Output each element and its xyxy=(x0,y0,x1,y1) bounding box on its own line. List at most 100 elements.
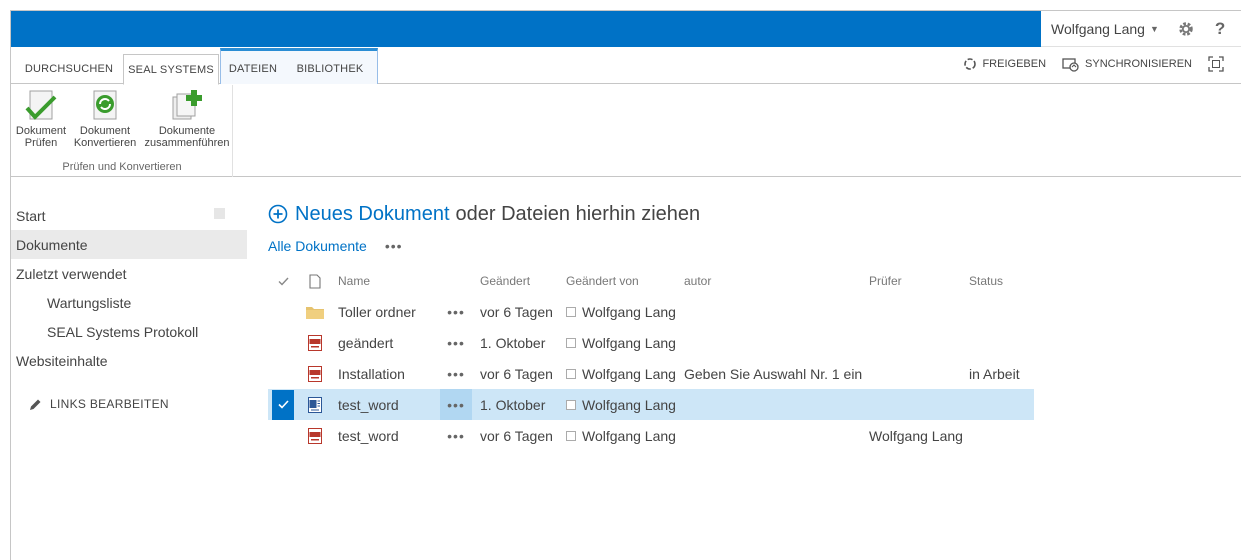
table-row[interactable]: Toller ordner ••• vor 6 Tagen Wolfgang L… xyxy=(268,296,1034,327)
modified-date: 1. Oktober xyxy=(480,396,546,413)
more-views-button[interactable]: ••• xyxy=(385,238,403,254)
modified-by[interactable]: Wolfgang Lang xyxy=(566,420,676,451)
table-row[interactable]: geändert ••• 1. Oktober Wolfgang Lang xyxy=(268,327,1034,358)
document-name[interactable]: Installation xyxy=(338,358,405,389)
presence-indicator xyxy=(566,368,576,379)
edit-links-button[interactable]: LINKS BEARBEITEN xyxy=(11,397,247,411)
suite-bar: Wolfgang Lang ▼ ? xyxy=(11,11,1241,47)
nav-item-wartungsliste[interactable]: Wartungsliste xyxy=(11,288,247,317)
modified-date: vor 6 Tagen xyxy=(480,365,553,382)
column-header-pruefer[interactable]: Prüfer xyxy=(869,266,902,296)
focus-mode-button[interactable] xyxy=(1208,56,1229,72)
modified-date: vor 6 Tagen xyxy=(480,303,553,320)
modified-by[interactable]: Wolfgang Lang xyxy=(566,327,676,358)
modified-by[interactable]: Wolfgang Lang xyxy=(566,389,676,420)
sync-label: SYNCHRONISIEREN xyxy=(1085,58,1192,70)
nav-item-websiteinhalte[interactable]: Websiteinhalte xyxy=(11,346,247,375)
row-checkbox[interactable] xyxy=(268,389,298,420)
status-value: in Arbeit xyxy=(969,365,1020,382)
user-area: Wolfgang Lang ▼ ? xyxy=(1041,11,1241,47)
item-menu-button[interactable]: ••• xyxy=(440,296,472,327)
doc-type-header[interactable] xyxy=(304,266,326,296)
convert-document-label-2: Konvertieren xyxy=(73,137,137,149)
row-checkbox[interactable] xyxy=(268,420,298,451)
presence-indicator xyxy=(566,399,576,410)
nav-item-start[interactable]: Start xyxy=(11,201,247,230)
chevron-down-icon[interactable]: ▼ xyxy=(1150,24,1159,34)
presence-indicator xyxy=(566,337,576,348)
row-checkbox[interactable] xyxy=(268,327,298,358)
modified-by-name: Wolfgang Lang xyxy=(582,334,676,351)
add-circle-icon[interactable] xyxy=(268,204,288,224)
user-menu[interactable]: Wolfgang Lang xyxy=(1051,21,1145,37)
item-menu-button[interactable]: ••• xyxy=(440,358,472,389)
nav-item-label: Websiteinhalte xyxy=(16,352,108,369)
document-name[interactable]: Toller ordner xyxy=(338,296,416,327)
nav-item-label: Dokumente xyxy=(16,236,88,253)
item-menu-button[interactable]: ••• xyxy=(440,389,472,420)
sync-button[interactable]: SYNCHRONISIEREN xyxy=(1062,57,1192,72)
edit-links-label: LINKS BEARBEITEN xyxy=(50,397,169,411)
document-name[interactable]: test_word xyxy=(338,420,399,451)
item-menu-button[interactable]: ••• xyxy=(440,420,472,451)
document-name[interactable]: geändert xyxy=(338,327,393,358)
modified-by[interactable]: Wolfgang Lang xyxy=(566,296,676,327)
column-header-modified[interactable]: Geändert xyxy=(480,266,530,296)
table-row[interactable]: test_word ••• vor 6 Tagen Wolfgang Lang … xyxy=(268,420,1034,451)
check-document-label-1: Dokument xyxy=(15,125,67,137)
drag-files-hint: oder Dateien hierhin ziehen xyxy=(455,202,701,225)
pdf-icon xyxy=(304,327,326,358)
document-icon xyxy=(309,273,321,289)
presence-indicator xyxy=(566,306,576,317)
ribbon-tab-row: DURCHSUCHEN SEAL SYSTEMS DATEIEN BIBLIOT… xyxy=(11,48,1241,85)
tab-bibliothek[interactable]: BIBLIOTHEK xyxy=(287,54,373,84)
column-header-status[interactable]: Status xyxy=(969,266,1003,296)
view-selector: Alle Dokumente ••• xyxy=(268,238,1168,254)
modified-by[interactable]: Wolfgang Lang xyxy=(566,358,676,389)
gear-icon[interactable] xyxy=(1177,20,1195,38)
column-header-modified-by[interactable]: Geändert von xyxy=(566,266,639,296)
ribbon-group-pruefen: Dokument Prüfen Dokument Konvertieren Do… xyxy=(11,85,233,177)
merge-documents-label-1: Dokumente xyxy=(158,125,216,137)
merge-documents-label-2: zusammenführen xyxy=(144,137,230,149)
nav-item-seal-systems-protokoll[interactable]: SEAL Systems Protokoll xyxy=(11,317,247,346)
column-header-name[interactable]: Name xyxy=(338,266,370,296)
sharepoint-window: Wolfgang Lang ▼ ? DURCHSUCHEN SEAL SYSTE… xyxy=(10,10,1241,560)
table-row-selected[interactable]: test_word ••• 1. Oktober Wolfgang Lang xyxy=(268,389,1034,420)
main-content: Neues Dokument oder Dateien hierhin zieh… xyxy=(268,201,1168,451)
quick-launch: Start Dokumente Zuletzt verwendet Wartun… xyxy=(11,201,247,411)
modified-by-name: Wolfgang Lang xyxy=(582,303,676,320)
checkmark-icon xyxy=(278,277,289,286)
help-icon[interactable]: ? xyxy=(1215,19,1225,39)
autor-value: Geben Sie Auswahl Nr. 1 ein xyxy=(684,365,863,382)
check-document-button[interactable]: Dokument Prüfen xyxy=(13,89,69,149)
tab-dateien[interactable]: DATEIEN xyxy=(223,54,283,84)
merge-documents-button[interactable]: Dokumente zusammenführen xyxy=(143,89,231,149)
pruefer-value: Wolfgang Lang xyxy=(869,427,963,444)
modified-by-name: Wolfgang Lang xyxy=(582,365,676,382)
presence-indicator xyxy=(566,430,576,441)
convert-document-icon xyxy=(93,90,117,120)
row-checkbox[interactable] xyxy=(268,358,298,389)
tab-seal-systems[interactable]: SEAL SYSTEMS xyxy=(123,54,219,85)
check-document-label-2: Prüfen xyxy=(24,137,58,149)
scroll-indicator xyxy=(214,208,225,219)
document-name[interactable]: test_word xyxy=(338,389,399,420)
new-document-link[interactable]: Neues Dokument xyxy=(295,203,450,226)
ribbon-group-label: Prüfen und Konvertieren xyxy=(62,161,182,173)
table-row[interactable]: Installation ••• vor 6 Tagen Wolfgang La… xyxy=(268,358,1034,389)
column-header-autor[interactable]: autor xyxy=(684,266,711,296)
nav-item-dokumente[interactable]: Dokumente xyxy=(11,230,247,259)
nav-item-zuletzt-verwendet[interactable]: Zuletzt verwendet xyxy=(11,259,247,288)
new-document-bar: Neues Dokument oder Dateien hierhin zieh… xyxy=(268,201,1168,227)
view-all-documents[interactable]: Alle Dokumente xyxy=(268,238,367,254)
convert-document-button[interactable]: Dokument Konvertieren xyxy=(69,89,141,149)
list-header: Name Geändert Geändert von autor Prüfer … xyxy=(268,266,1034,296)
share-button[interactable]: FREIGEBEN xyxy=(963,57,1046,71)
row-checkbox[interactable] xyxy=(268,296,298,327)
pencil-icon xyxy=(30,399,41,410)
select-all-checkbox[interactable] xyxy=(268,266,298,296)
item-menu-button[interactable]: ••• xyxy=(440,327,472,358)
merge-documents-icon xyxy=(172,90,202,120)
tab-durchsuchen[interactable]: DURCHSUCHEN xyxy=(19,54,119,84)
